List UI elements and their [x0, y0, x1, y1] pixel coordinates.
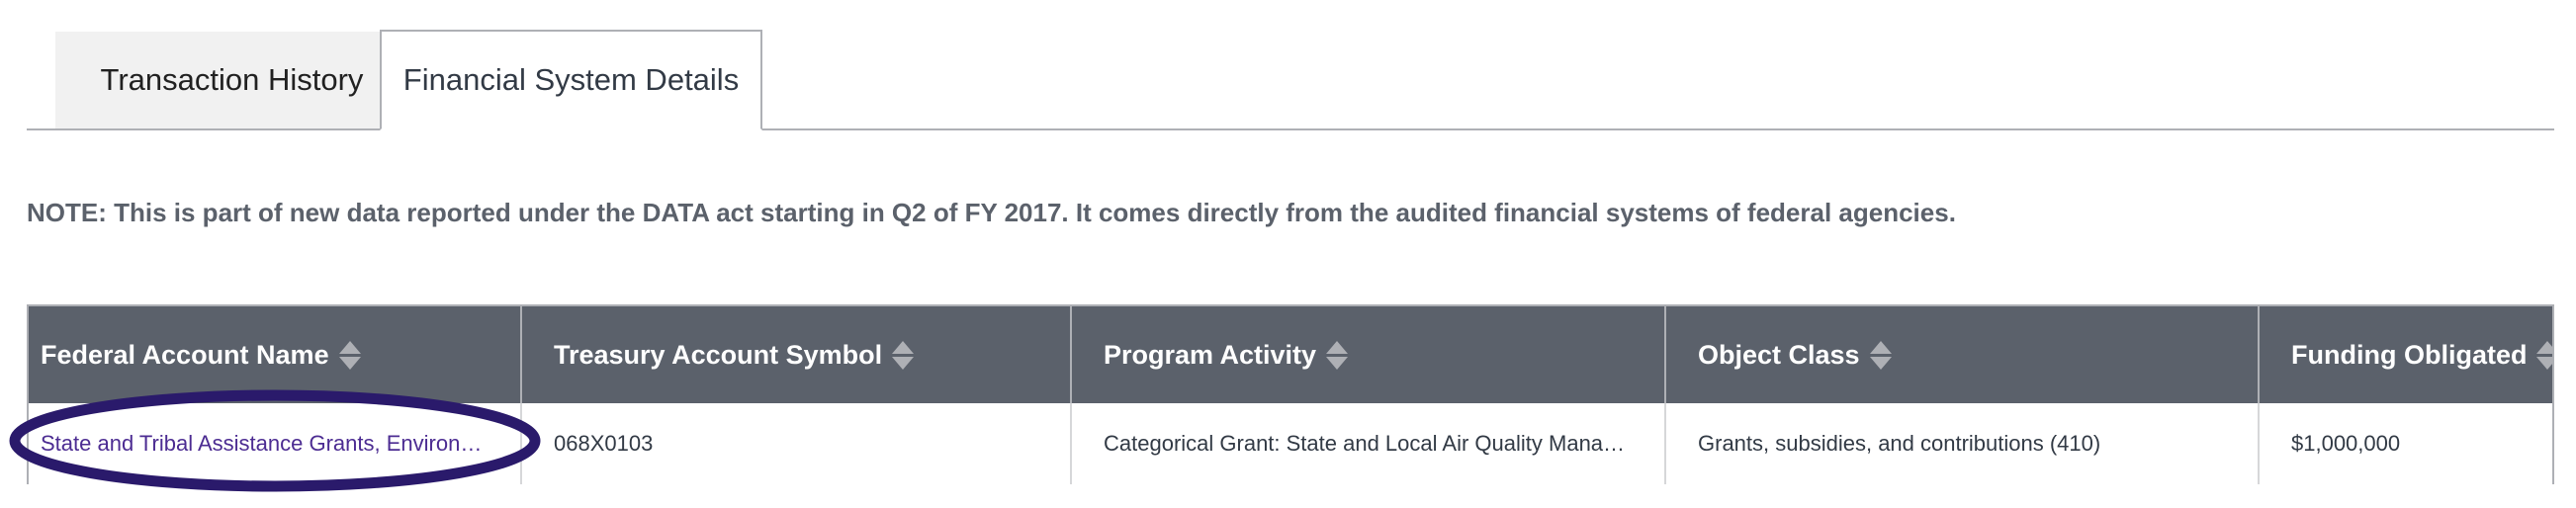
- column-header-federal-account-name[interactable]: Federal Account Name: [29, 306, 522, 403]
- financial-details-table: Federal Account Name Treasury Account Sy…: [27, 304, 2554, 484]
- tab-label: Transaction History: [100, 62, 364, 97]
- sort-icon[interactable]: [338, 340, 361, 370]
- table-row: State and Tribal Assistance Grants, Envi…: [29, 403, 2552, 484]
- table-header: Federal Account Name Treasury Account Sy…: [29, 306, 2554, 403]
- column-header-funding-obligated[interactable]: Funding Obligated: [2260, 306, 2554, 403]
- column-header-treasury-account-symbol[interactable]: Treasury Account Symbol: [522, 306, 1072, 403]
- sort-icon[interactable]: [1326, 340, 1349, 370]
- header-label: Treasury Account Symbol: [554, 339, 883, 370]
- header-label: Federal Account Name: [41, 339, 329, 370]
- cell-text: $1,000,000: [2291, 431, 2401, 456]
- cell-text: 068X0103: [554, 431, 654, 456]
- cell-program-activity: Categorical Grant: State and Local Air Q…: [1072, 403, 1666, 484]
- page: Transaction History Financial System Det…: [0, 0, 2576, 508]
- sort-icon[interactable]: [2536, 340, 2554, 370]
- cell-object-class: Grants, subsidies, and contributions (41…: [1666, 403, 2260, 484]
- data-act-note: NOTE: This is part of new data reported …: [27, 198, 1956, 227]
- tab-financial-system-details[interactable]: Financial System Details: [380, 30, 762, 130]
- cell-federal-account-name[interactable]: State and Tribal Assistance Grants, Envi…: [41, 431, 482, 457]
- cell-text: Categorical Grant: State and Local Air Q…: [1104, 431, 1626, 456]
- column-header-object-class[interactable]: Object Class: [1666, 306, 2260, 403]
- sort-icon[interactable]: [1869, 340, 1892, 370]
- tab-bar: Transaction History Financial System Det…: [27, 30, 2554, 130]
- cell-treasury-account-symbol: 068X0103: [522, 403, 1072, 484]
- sort-icon[interactable]: [892, 340, 915, 370]
- cell-text: Grants, subsidies, and contributions (41…: [1698, 431, 2101, 456]
- header-label: Program Activity: [1104, 339, 1317, 370]
- column-header-program-activity[interactable]: Program Activity: [1072, 306, 1666, 403]
- header-label: Funding Obligated: [2291, 339, 2528, 370]
- federal-account-link[interactable]: State and Tribal Assistance Grants, Envi…: [29, 403, 522, 484]
- tab-transaction-history[interactable]: Transaction History: [55, 32, 408, 128]
- header-label: Object Class: [1698, 339, 1860, 370]
- tab-label: Financial System Details: [402, 62, 740, 97]
- cell-funding-obligated: $1,000,000: [2260, 403, 2554, 484]
